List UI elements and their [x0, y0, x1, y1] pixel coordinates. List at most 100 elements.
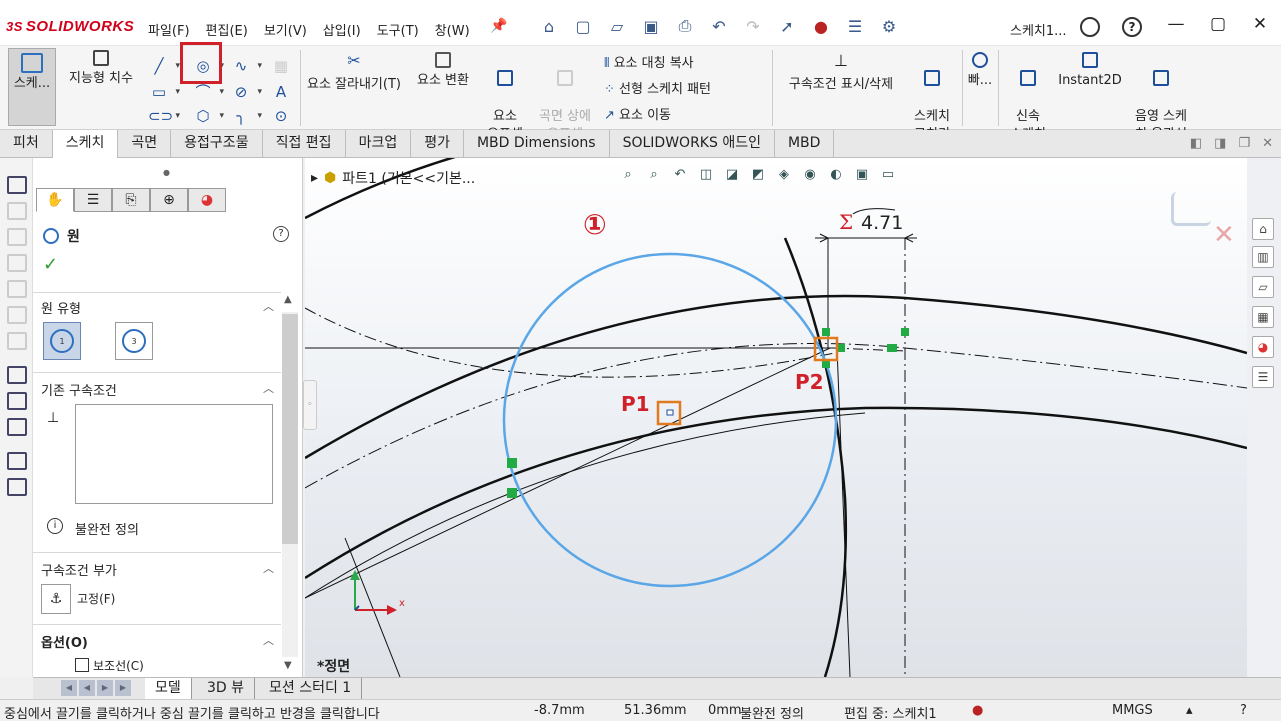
maximize-button[interactable]: ▢ — [1197, 10, 1239, 38]
tab-direct-editing[interactable]: 직접 편집 — [263, 130, 346, 157]
convert-entities-button[interactable]: 요소 변환 — [410, 52, 476, 90]
appearances-icon[interactable]: ◕ — [1252, 336, 1274, 358]
collapse-caret-icon[interactable]: ︿ — [263, 298, 274, 314]
dimension-value[interactable]: 4.71 — [861, 212, 903, 234]
menu-view[interactable]: 보기(V) — [264, 20, 307, 39]
select-icon[interactable]: ➚ — [772, 14, 802, 38]
plane-icon[interactable]: ▦ — [270, 56, 292, 76]
view-orientation-icon[interactable]: ◩ — [747, 164, 769, 184]
close-pane-icon[interactable]: ✕ — [1262, 136, 1273, 151]
instant2d-button[interactable]: Instant2D — [1056, 52, 1124, 90]
expand-arrow-icon[interactable]: ▸ — [311, 170, 318, 186]
file-explorer-icon[interactable]: ▱ — [1252, 276, 1274, 298]
zoom-area-icon[interactable]: ⌕ — [643, 164, 665, 184]
tab-model[interactable]: 모델 — [145, 678, 192, 700]
first-tab-icon[interactable]: ◀ — [61, 680, 77, 696]
view-settings-icon[interactable]: ▭ — [877, 164, 899, 184]
zoom-to-fit-icon[interactable]: ⌕ — [617, 164, 639, 184]
dimxpert-tab-icon[interactable]: ⊕ — [150, 188, 188, 212]
options-gear-icon[interactable]: ⚙ — [874, 14, 904, 38]
restore-icon[interactable]: ❐ — [1238, 136, 1250, 151]
tab-mbd-dimensions[interactable]: MBD Dimensions — [464, 130, 610, 157]
pm-scrollbar[interactable]: ▲ ▼ — [280, 292, 302, 677]
boundary-icon[interactable] — [7, 306, 27, 324]
print-icon[interactable]: ⎙ — [670, 14, 700, 38]
pane-left-icon[interactable]: ◧ — [1190, 136, 1202, 151]
line-icon[interactable]: ╱ — [148, 56, 180, 76]
layer-icon[interactable] — [7, 452, 27, 470]
ok-check-icon[interactable]: ✓ — [43, 254, 58, 275]
tab-mbd[interactable]: MBD — [775, 130, 835, 157]
move-entities-button[interactable]: ↗ 요소 이동 — [604, 104, 671, 123]
display-manager-tab-icon[interactable]: ◕ — [188, 188, 226, 212]
collapse-caret-icon[interactable]: ︿ — [263, 380, 274, 396]
smart-dimension-button[interactable]: 지능형 치수 — [62, 50, 140, 88]
tab-markup[interactable]: 마크업 — [346, 130, 412, 157]
pane-right-icon[interactable]: ◨ — [1214, 136, 1226, 151]
spline-icon[interactable]: ∿ — [230, 56, 262, 76]
menu-file[interactable]: 파일(F) — [148, 20, 190, 39]
collapse-caret-icon[interactable]: ︿ — [263, 560, 274, 576]
prev-tab-icon[interactable]: ◀ — [79, 680, 95, 696]
smart-dim-icon[interactable] — [7, 392, 27, 410]
copy-icon[interactable] — [7, 478, 27, 496]
existing-relations-list[interactable] — [75, 404, 273, 504]
apply-scene-icon[interactable]: ▣ — [851, 164, 873, 184]
slot-icon[interactable]: ⊂⊃ — [148, 106, 180, 126]
cut-icon[interactable] — [7, 332, 27, 350]
view-palette-icon[interactable]: ▦ — [1252, 306, 1274, 328]
dynamic-annotation-icon[interactable]: ◪ — [721, 164, 743, 184]
file-properties-icon[interactable]: ☰ — [840, 14, 870, 38]
tab-surfaces[interactable]: 곡면 — [118, 130, 172, 157]
user-icon[interactable] — [1080, 17, 1100, 37]
undo-icon[interactable]: ↶ — [704, 14, 734, 38]
display-relations-icon[interactable] — [7, 418, 27, 436]
tab-sketch[interactable]: 스케치 — [52, 130, 119, 158]
units-dropdown-icon[interactable]: ▴ — [1186, 703, 1193, 718]
pin-icon[interactable]: 📌 — [490, 18, 507, 34]
confirmation-corner-exit-icon[interactable] — [1171, 192, 1211, 226]
quick-snaps-button[interactable]: 빠... — [964, 52, 996, 90]
feature-tree-flyout[interactable]: ▸ ⬢ 파트1 (기본<<기본... — [311, 168, 475, 188]
arc-icon[interactable]: ⌒ — [192, 82, 224, 102]
panel-splitter[interactable]: ◦ — [303, 380, 317, 430]
sketch-tool-icon[interactable] — [7, 176, 27, 194]
add-relations-header[interactable]: 구속조건 부가 — [41, 560, 117, 579]
polygon-icon[interactable]: ⬡ — [192, 106, 224, 126]
linear-pattern-button[interactable]: ⁘ 선형 스케치 패턴 — [604, 78, 711, 97]
tab-evaluate[interactable]: 평가 — [411, 130, 464, 157]
help-status-icon[interactable]: ? — [1240, 703, 1247, 718]
sketch-canvas[interactable] — [305, 158, 1247, 677]
previous-view-icon[interactable]: ↶ — [669, 164, 691, 184]
save-icon[interactable]: ▣ — [636, 14, 666, 38]
construction-checkbox[interactable] — [75, 658, 89, 672]
open-icon[interactable]: ▱ — [602, 14, 632, 38]
options-header[interactable]: 옵션(O) — [41, 632, 88, 651]
design-library-icon[interactable]: ▥ — [1252, 246, 1274, 268]
revolve-icon[interactable] — [7, 228, 27, 246]
rebuild-indicator-icon[interactable]: ● — [972, 703, 983, 718]
tab-motion-study[interactable]: 모션 스터디 1 — [259, 678, 363, 700]
mirror-entities-button[interactable]: ⫴ 요소 대칭 복사 — [604, 52, 694, 71]
status-units[interactable]: MMGS — [1112, 703, 1153, 718]
sketch-exit-button[interactable]: 스케... — [8, 48, 56, 126]
circle-type-header[interactable]: 원 유형 — [41, 298, 81, 317]
new-icon[interactable]: ▢ — [568, 14, 598, 38]
solidworks-logo[interactable]: 3S SOLIDWORKS — [6, 18, 134, 35]
menu-insert[interactable]: 삽입(I) — [323, 20, 361, 39]
loft-icon[interactable] — [7, 280, 27, 298]
ellipse-icon[interactable]: ⊘ — [230, 82, 262, 102]
rebuild-icon[interactable]: ● — [806, 14, 836, 38]
sweep-icon[interactable] — [7, 254, 27, 272]
scroll-down-icon[interactable]: ▼ — [284, 660, 292, 671]
resources-home-icon[interactable]: ⌂ — [1252, 218, 1274, 240]
extrude-icon[interactable] — [7, 202, 27, 220]
scroll-up-icon[interactable]: ▲ — [284, 294, 292, 305]
existing-relations-header[interactable]: 기존 구속조건 — [41, 380, 117, 399]
pm-collapse-dot[interactable]: ● — [163, 168, 170, 177]
menu-edit[interactable]: 편집(E) — [206, 20, 248, 39]
point-icon[interactable]: ⊙ — [270, 106, 292, 126]
trim-entities-button[interactable]: ✂ 요소 잘라내기(T) — [300, 52, 408, 94]
help-icon[interactable]: ? — [273, 226, 289, 242]
section-view-icon[interactable]: ◫ — [695, 164, 717, 184]
